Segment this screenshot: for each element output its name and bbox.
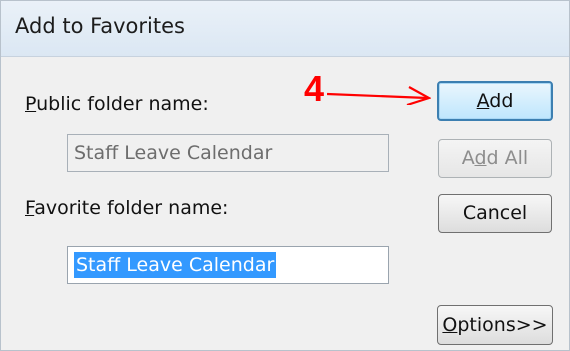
favorite-folder-name-label: Favorite folder name: (25, 197, 229, 219)
public-folder-name-value: Staff Leave Calendar (74, 142, 273, 164)
public-folder-name-label: Public folder name: (25, 93, 209, 115)
add-all-button[interactable]: Add All (438, 139, 552, 178)
add-button[interactable]: Add (437, 81, 553, 121)
public-folder-name-field: Staff Leave Calendar (67, 134, 389, 172)
dialog-titlebar: Add to Favorites (1, 1, 569, 57)
add-to-favorites-dialog: Add to Favorites Public folder name: Sta… (0, 0, 570, 351)
favorite-folder-name-selected-text: Staff Leave Calendar (74, 252, 277, 278)
step-number-annotation: 4 (304, 68, 325, 109)
options-button[interactable]: Options>> (437, 305, 553, 345)
dialog-title: Add to Favorites (15, 14, 185, 38)
cancel-button[interactable]: Cancel (438, 194, 552, 233)
red-arrow-annotation (327, 86, 431, 105)
favorite-folder-name-input[interactable]: Staff Leave Calendar (67, 246, 389, 284)
